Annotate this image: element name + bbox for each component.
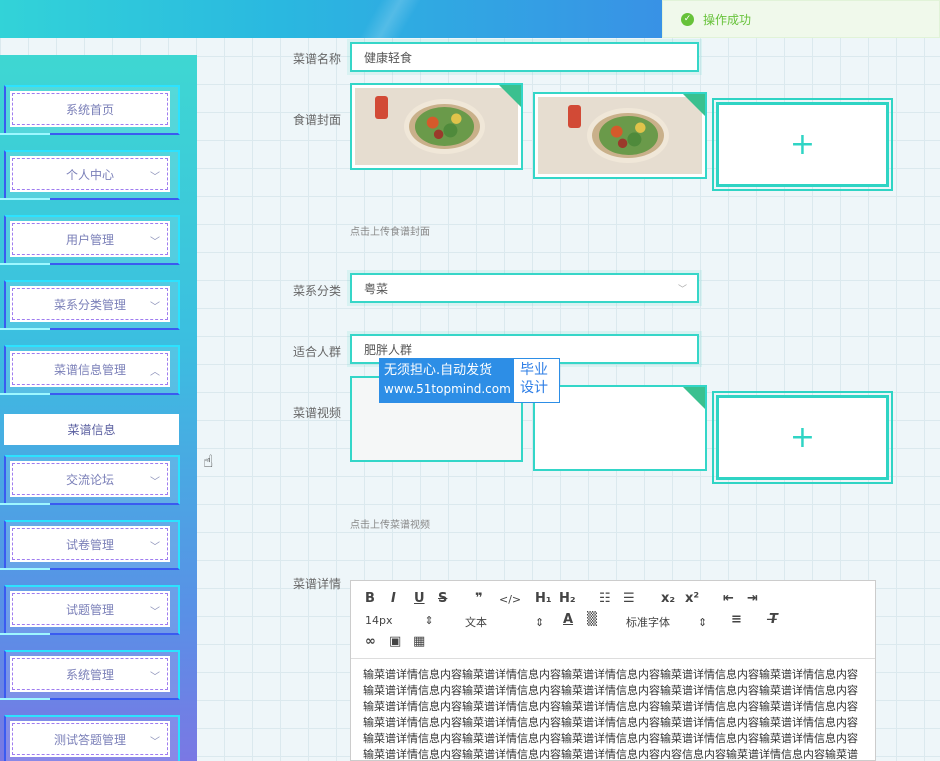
quote-icon[interactable]: ❞ [475, 591, 483, 606]
chevron-down-icon: ﹀ [150, 237, 160, 248]
sidebar-item-exam-papers[interactable]: 试卷管理 ﹀ [0, 520, 182, 570]
sidebar-item-questions[interactable]: 试题管理 ﹀ [0, 585, 182, 635]
cover-hint: 点击上传食谱封面 [350, 227, 430, 238]
paragraph-select[interactable]: 文本 ⇕ [465, 614, 544, 630]
cover-image-1[interactable] [350, 83, 523, 170]
video-upload-button[interactable]: + [712, 391, 893, 484]
chevron-down-icon: ﹀ [150, 607, 160, 618]
select-arrows-icon: ⇕ [535, 616, 545, 629]
subscript-icon[interactable]: x₂ [661, 591, 675, 606]
category-select[interactable]: 粤菜 ﹀ [350, 273, 699, 303]
link-icon[interactable]: ∞ [365, 634, 376, 649]
success-toast: ✓ 操作成功 [662, 0, 940, 38]
sidebar-item-system-management[interactable]: 系统管理 ﹀ [0, 650, 182, 700]
chevron-down-icon: ﹀ [150, 477, 160, 488]
cover-upload-button[interactable]: + [712, 98, 893, 191]
submenu-label: 菜谱信息 [67, 423, 116, 437]
delete-corner-icon[interactable] [683, 94, 705, 116]
video-label: 菜谱视频 [292, 406, 341, 420]
detail-label: 菜谱详情 [292, 577, 341, 591]
sidebar-item-label: 菜谱信息管理 [53, 362, 126, 377]
recipe-name-input[interactable]: 健康轻食 [350, 42, 699, 72]
select-arrows-icon: ⇕ [698, 616, 708, 629]
font-family-select[interactable]: 标准字体 ⇕ [626, 614, 707, 630]
bullet-list-icon[interactable]: ☰ [623, 591, 635, 606]
heading2-icon[interactable]: H₂ [559, 591, 576, 606]
sidebar-item-label: 系统首页 [65, 102, 114, 117]
plus-icon: + [789, 127, 816, 162]
align-icon[interactable]: ≡ [731, 612, 742, 627]
sidebar-item-label: 个人中心 [65, 167, 114, 182]
sidebar-item-label: 用户管理 [65, 232, 114, 247]
chevron-up-icon: ︿ [150, 367, 160, 378]
watermark: 无须担心.自动发货 www.51topmind.com 毕业 设计 [379, 358, 560, 403]
heading1-icon[interactable]: H₁ [535, 591, 552, 606]
sidebar-item-personal-center[interactable]: 个人中心 ﹀ [0, 150, 182, 200]
delete-corner-icon[interactable] [499, 85, 521, 107]
background-color-icon[interactable]: ▒ [587, 612, 597, 627]
editor-toolbar: B I U S ❞ </> H₁ H₂ ☷ ☰ x₂ x² ⇤ ⇥ 14px ⇕ … [351, 581, 875, 659]
select-arrows-icon: ⇕ [424, 614, 434, 627]
header-band [0, 0, 700, 38]
name-label: 菜谱名称 [292, 52, 341, 66]
cover-image-2[interactable] [533, 92, 707, 179]
chevron-down-icon: ﹀ [150, 542, 160, 553]
sidebar-item-label: 测试答题管理 [53, 732, 126, 747]
crowd-label: 适合人群 [292, 345, 341, 359]
underline-icon[interactable]: U [414, 591, 425, 606]
sidebar-item-cuisine-category[interactable]: 菜系分类管理 ﹀ [0, 280, 182, 330]
video-icon[interactable]: ▦ [413, 634, 425, 649]
code-icon[interactable]: </> [499, 593, 521, 606]
chevron-down-icon: ﹀ [150, 172, 160, 183]
font-size-select[interactable]: 14px ⇕ [365, 614, 434, 627]
check-circle-icon: ✓ [681, 12, 694, 26]
editor-content[interactable]: 输菜谱详情信息内容输菜谱详情信息内容输菜谱详情信息内容输菜谱详情信息内容输菜谱详… [351, 659, 875, 759]
top-header: ✓ 操作成功 [0, 0, 940, 38]
chevron-down-icon: ﹀ [150, 302, 160, 313]
hand-cursor-icon: ☝ [203, 452, 214, 472]
bold-icon[interactable]: B [365, 591, 375, 606]
image-icon[interactable]: ▣ [389, 634, 401, 649]
sidebar-item-forum[interactable]: 交流论坛 ﹀ [0, 455, 182, 505]
chevron-down-icon: ﹀ [150, 672, 160, 683]
superscript-icon[interactable]: x² [685, 591, 699, 606]
delete-corner-icon[interactable] [683, 387, 705, 409]
category-label: 菜系分类 [292, 284, 341, 298]
sidebar-item-recipe-info-management[interactable]: 菜谱信息管理 ︿ [0, 345, 182, 395]
sidebar-item-home[interactable]: 系统首页 [0, 85, 182, 135]
rich-text-editor[interactable]: B I U S ❞ </> H₁ H₂ ☷ ☰ x₂ x² ⇤ ⇥ 14px ⇕ … [350, 580, 876, 761]
sidebar-item-label: 试题管理 [65, 602, 114, 617]
plus-icon: + [789, 420, 816, 455]
ordered-list-icon[interactable]: ☷ [599, 591, 611, 606]
sidebar-item-label: 系统管理 [65, 667, 114, 682]
toast-message: 操作成功 [703, 12, 752, 27]
font-color-icon[interactable]: A [563, 612, 573, 627]
sidebar-item-label: 试卷管理 [65, 537, 114, 552]
cover-label: 食谱封面 [292, 113, 341, 127]
italic-icon[interactable]: I [391, 591, 396, 606]
sidebar-item-label: 菜系分类管理 [53, 297, 126, 312]
sidebar-item-test-answers[interactable]: 测试答题管理 ﹀ [0, 715, 182, 761]
sidebar-item-label: 交流论坛 [65, 472, 114, 487]
outdent-icon[interactable]: ⇤ [723, 591, 734, 606]
chevron-down-icon: ﹀ [677, 285, 687, 295]
video-hint: 点击上传菜谱视频 [350, 520, 430, 531]
submenu-item-recipe-info[interactable]: 菜谱信息 [4, 414, 179, 445]
chevron-down-icon: ﹀ [150, 737, 160, 748]
clear-format-icon[interactable]: T̶ [769, 612, 778, 627]
strike-icon[interactable]: S [438, 591, 447, 606]
indent-icon[interactable]: ⇥ [747, 591, 758, 606]
sidebar-item-user-management[interactable]: 用户管理 ﹀ [0, 215, 182, 265]
